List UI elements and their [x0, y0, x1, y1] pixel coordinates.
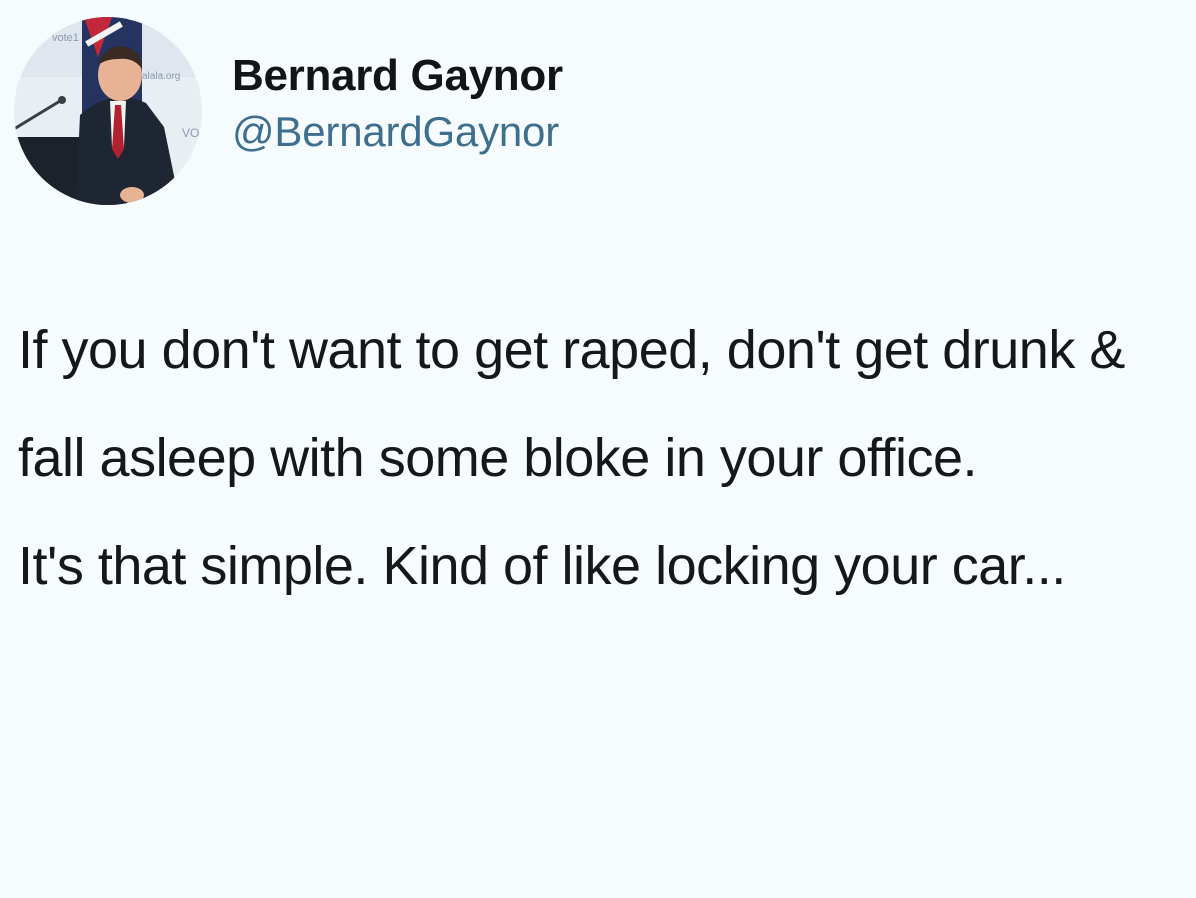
author-handle[interactable]: @BernardGaynor: [232, 104, 563, 160]
tweet-card: vote1 alala.org VO Bernard Gaynor @Berna…: [0, 0, 1196, 898]
author-display-name[interactable]: Bernard Gaynor: [232, 48, 563, 104]
tweet-text: If you don't want to get raped, don't ge…: [18, 296, 1190, 620]
avatar[interactable]: vote1 alala.org VO: [14, 17, 202, 205]
tweet-text-paragraph-1: If you don't want to get raped, don't ge…: [18, 320, 1125, 488]
tweet-text-paragraph-2: It's that simple. Kind of like locking y…: [18, 536, 1066, 596]
profile-photo-icon: vote1 alala.org VO: [14, 17, 202, 205]
tweet-author: Bernard Gaynor @BernardGaynor: [232, 48, 563, 160]
svg-text:VO: VO: [182, 126, 199, 140]
svg-text:vote1: vote1: [52, 32, 79, 44]
svg-text:alala.org: alala.org: [142, 71, 180, 82]
